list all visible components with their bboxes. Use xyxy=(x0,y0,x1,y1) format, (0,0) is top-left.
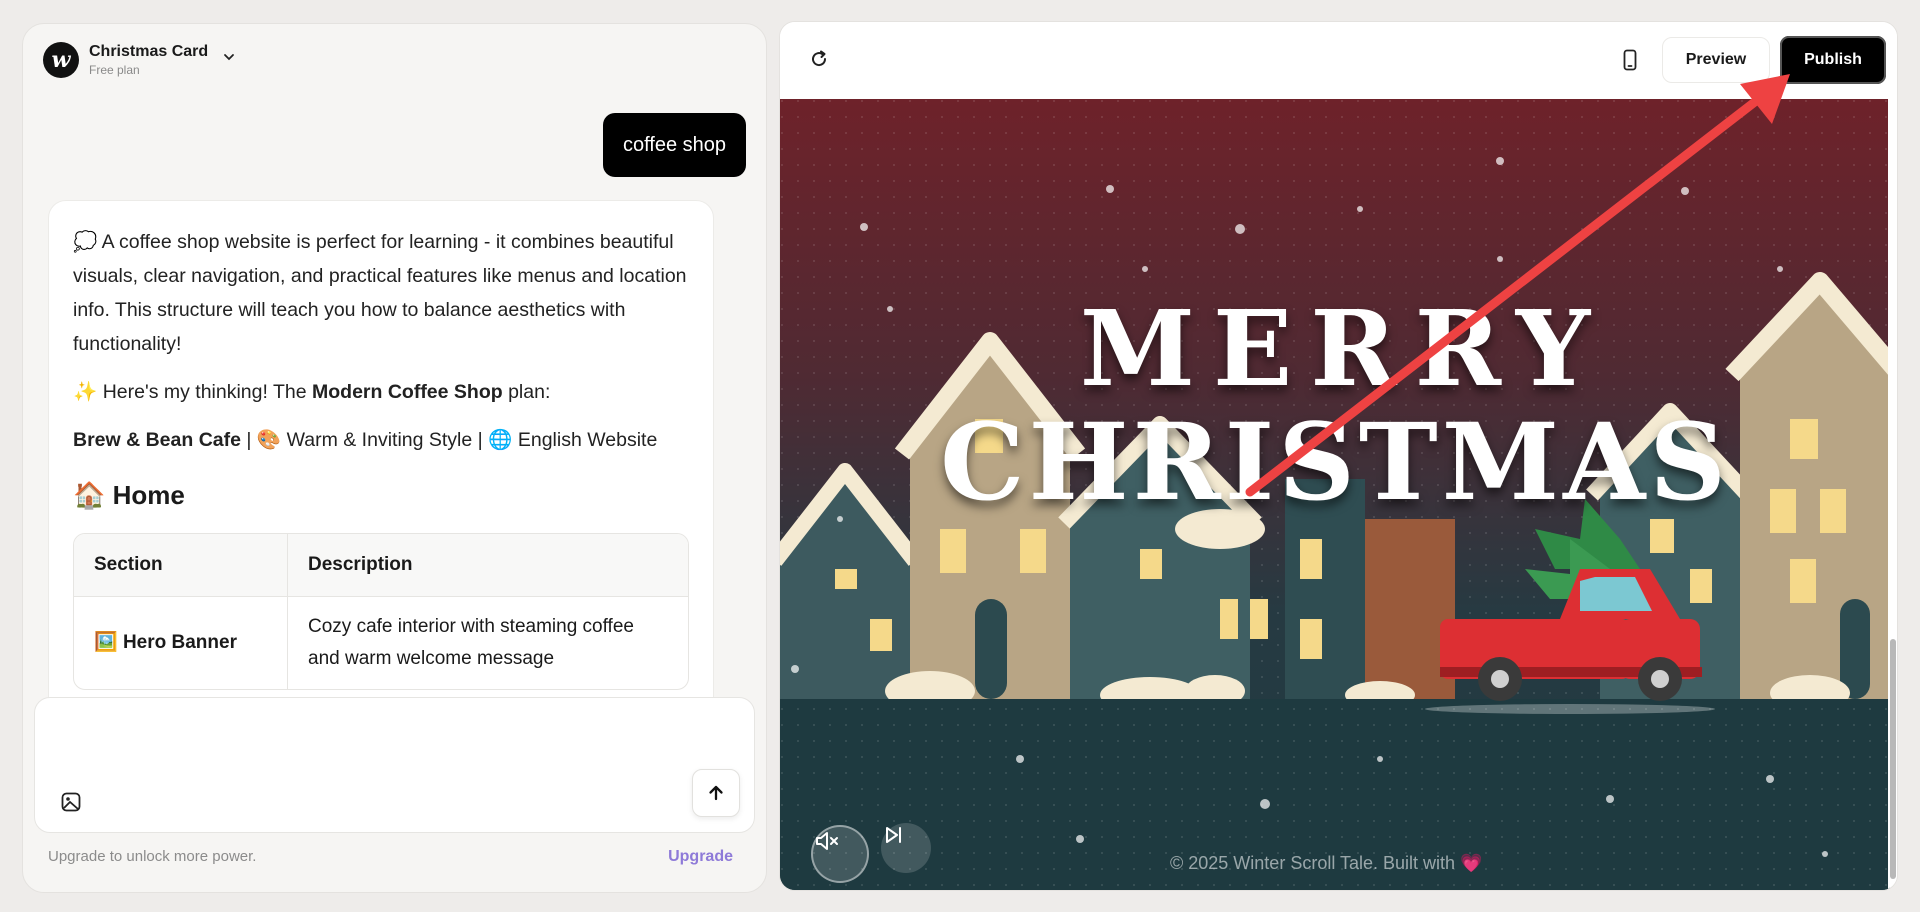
skip-forward-icon xyxy=(886,827,901,843)
project-title: Christmas Card xyxy=(89,43,209,60)
preview-panel: Preview Publish MERRY CHRISTMAS © 2025 W… xyxy=(779,21,1898,891)
chevron-down-icon[interactable] xyxy=(222,50,236,64)
sparkles-icon: ✨ xyxy=(73,381,98,403)
merry-heading: MERRY xyxy=(1079,287,1609,410)
publish-button[interactable]: Publish xyxy=(1780,36,1886,84)
language-label: English Website xyxy=(517,429,658,451)
thinking-suffix: plan: xyxy=(502,381,551,403)
separator: | xyxy=(472,429,489,451)
house-icon: 🏠 xyxy=(73,480,106,510)
thinking-prefix: Here's my thinking! The xyxy=(102,381,312,403)
skip-button[interactable] xyxy=(881,823,931,873)
image-upload-icon xyxy=(61,792,81,812)
scroll-thumb[interactable] xyxy=(1890,639,1896,879)
plan-label: Free plan xyxy=(89,63,140,77)
assistant-message: 💭 A coffee shop website is perfect for l… xyxy=(48,200,714,740)
speaker-muted-icon xyxy=(816,832,838,850)
plan-summary: Brew & Bean Cafe | 🎨 Warm & Inviting Sty… xyxy=(73,423,689,457)
upgrade-note: Upgrade to unlock more power. xyxy=(48,848,257,865)
globe-icon: 🌐 xyxy=(488,429,513,451)
project-info: Christmas Card Free plan xyxy=(89,42,208,78)
christmas-card-preview: MERRY CHRISTMAS © 2025 Winter Scroll Tal… xyxy=(780,99,1890,890)
copyright-text: © 2025 Winter Scroll Tale. Built with xyxy=(1170,853,1461,873)
user-message: coffee shop xyxy=(602,113,746,177)
app-logo: w xyxy=(43,42,79,78)
description-cell: Cozy cafe interior with steaming coffee … xyxy=(308,616,634,669)
column-header-description: Description xyxy=(288,534,688,597)
attach-image-button[interactable] xyxy=(59,790,83,814)
project-switcher[interactable]: w Christmas Card Free plan xyxy=(43,42,236,78)
separator: | xyxy=(240,429,257,451)
mobile-device-icon[interactable] xyxy=(1618,48,1642,72)
style-label: Warm & Inviting Style xyxy=(286,429,473,451)
christmas-heading: CHRISTMAS xyxy=(940,399,1730,524)
sections-table: Section Description 🖼️ Hero Banner Cozy … xyxy=(73,533,689,690)
table-row: 🖼️ Hero Banner Cozy cafe interior with s… xyxy=(74,597,688,689)
home-heading: 🏠 Home xyxy=(73,475,689,515)
intro-paragraph: 💭 A coffee shop website is perfect for l… xyxy=(73,225,689,361)
arrow-up-icon xyxy=(709,785,723,801)
heart-icon: 💗 xyxy=(1460,853,1483,873)
send-button[interactable] xyxy=(692,769,740,817)
preview-toolbar: Preview Publish xyxy=(780,22,1897,99)
thought-bubble-icon: 💭 xyxy=(73,231,98,253)
preview-scrollbar[interactable] xyxy=(1888,99,1897,890)
column-header-section: Section xyxy=(74,534,288,597)
thinking-paragraph: ✨ Here's my thinking! The Modern Coffee … xyxy=(73,375,689,409)
plan-name: Modern Coffee Shop xyxy=(312,381,503,403)
mute-button[interactable] xyxy=(811,825,869,883)
section-name: Hero Banner xyxy=(122,632,237,653)
section-cell: 🖼️ Hero Banner xyxy=(74,597,288,689)
chat-panel: w Christmas Card Free plan coffee shop 💭… xyxy=(22,23,767,893)
table-header-row: Section Description xyxy=(74,534,688,597)
picture-icon: 🖼️ xyxy=(94,632,118,653)
footer-copyright: © 2025 Winter Scroll Tale. Built with 💗 xyxy=(1170,853,1482,874)
home-heading-text: Home xyxy=(112,480,185,510)
site-name: Brew & Bean Cafe xyxy=(73,429,241,451)
refresh-icon[interactable] xyxy=(808,48,830,70)
preview-button[interactable]: Preview xyxy=(1662,37,1770,83)
chat-input[interactable] xyxy=(34,697,755,833)
intro-text: A coffee shop website is perfect for lea… xyxy=(73,231,687,355)
palette-icon: 🎨 xyxy=(256,429,282,451)
upgrade-link[interactable]: Upgrade xyxy=(668,848,733,866)
